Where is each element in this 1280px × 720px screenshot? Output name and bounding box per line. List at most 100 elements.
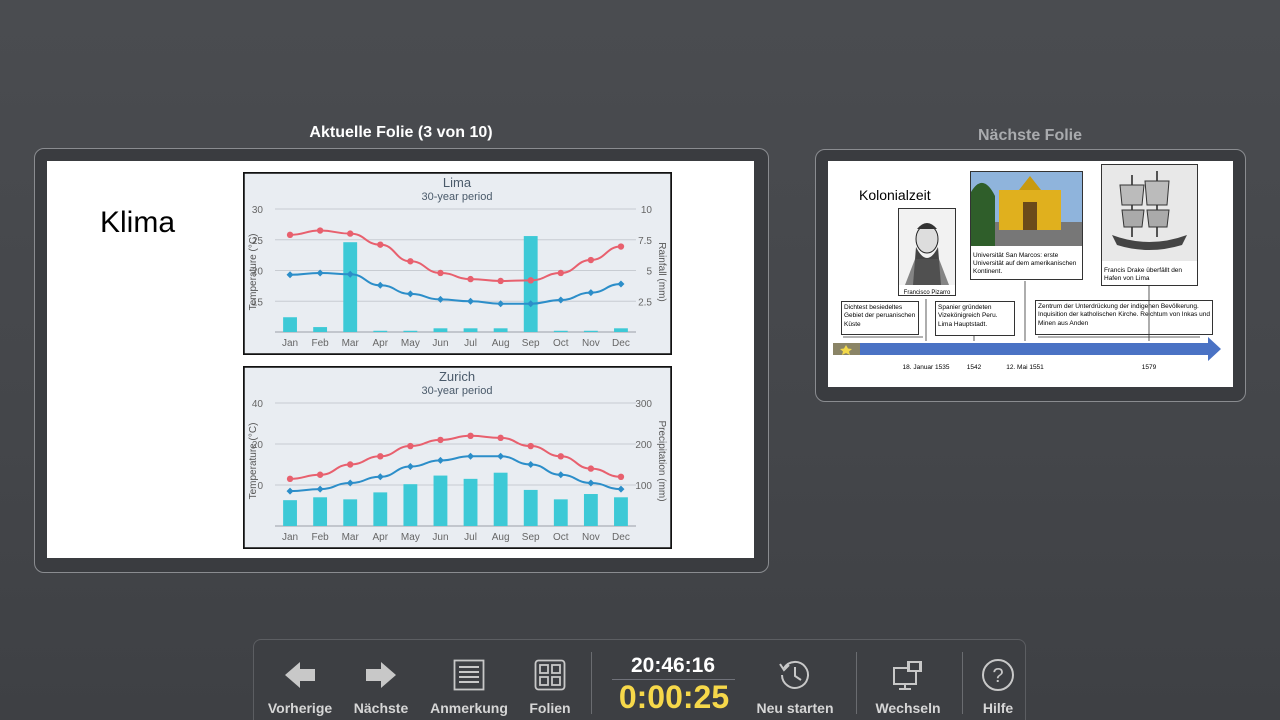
data-point [347, 461, 354, 468]
data-point [617, 473, 625, 480]
data-point [316, 227, 324, 234]
restart-button[interactable]: Neu starten [748, 640, 842, 720]
previous-button[interactable]: Vorherige [264, 640, 336, 720]
next-slide-title: Nächste Folie [977, 127, 1083, 144]
drake-ship-image: Francis Drake überfällt den Hafen von Li… [1101, 164, 1198, 286]
y2-tick-label: 100 [635, 481, 652, 492]
data-point [527, 277, 534, 284]
chart-bar [523, 489, 538, 526]
data-point [557, 269, 564, 277]
chart-bar [313, 327, 328, 332]
toolbar-divider [962, 652, 963, 714]
zurich-chart: Zurich 30-year period 02040 100200300 Ja… [243, 366, 672, 549]
data-point [437, 436, 444, 444]
presenter-toolbar: Vorherige Nächste Anmerkung Folien 20:46… [253, 639, 1026, 720]
chart-bar [523, 236, 538, 332]
chart-bar [343, 242, 358, 332]
y2-axis-label: Rainfall (mm) [656, 242, 667, 301]
x-tick-label: Oct [553, 532, 569, 543]
current-time: 20:46:16 [630, 654, 716, 677]
help-button[interactable]: ? Hilfe [974, 640, 1022, 720]
data-point [527, 442, 534, 450]
y2-tick-label: 200 [635, 440, 652, 451]
data-point [587, 465, 595, 472]
annotation-button[interactable]: Anmerkung [426, 640, 512, 720]
chart-bar [283, 317, 297, 332]
x-tick-label: Jun [432, 532, 448, 543]
chart-bar [313, 497, 328, 526]
elapsed-timer: 0:00:25 [618, 679, 730, 715]
x-tick-label: Jan [282, 532, 298, 543]
y2-tick-label: 300 [635, 399, 652, 410]
x-tick-label: Sep [522, 532, 540, 543]
annotation-label: Anmerkung [430, 700, 508, 716]
timeline-label: 12. Mai 1551 [1006, 364, 1044, 371]
current-slide[interactable]: Klima Lima 30-year period 15 20 25 30 2.5 5 7… [47, 161, 754, 558]
x-tick-label: Dec [612, 532, 630, 543]
help-label: Hilfe [982, 700, 1014, 716]
svg-text:?: ? [992, 665, 1003, 687]
data-point [437, 269, 444, 277]
data-point [286, 475, 294, 483]
data-point [316, 471, 324, 478]
chart-bar [583, 330, 598, 332]
grid-icon [532, 657, 568, 693]
y-axis-label: Temperature (°C) [248, 234, 259, 311]
x-tick-label: May [401, 532, 420, 543]
slide-heading: Klima [100, 206, 176, 239]
data-point [557, 453, 564, 460]
chart-bar [463, 328, 478, 332]
current-slide-title: Aktuelle Folie (3 von 10) [309, 124, 493, 141]
data-point [617, 243, 625, 250]
chart-bar [343, 499, 358, 526]
chart-bar [553, 499, 568, 526]
next-button[interactable]: Nächste [346, 640, 416, 720]
data-point [377, 241, 384, 248]
toolbar-divider [856, 652, 857, 714]
x-tick-label: Jun [432, 338, 448, 349]
x-tick-label: Oct [553, 338, 569, 349]
next-slide[interactable]: Kolonialzeit Francisco Pizarro Universit… [828, 161, 1233, 387]
x-tick-label: May [401, 338, 420, 349]
timeline-label: 1579 [1142, 364, 1157, 371]
previous-label: Vorherige [267, 700, 333, 716]
y2-axis-label: Precipitation (mm) [656, 420, 667, 501]
y-tick-label: 30 [252, 205, 264, 216]
y2-tick-label: 7.5 [638, 236, 652, 247]
chart-subtitle: 30-year period [422, 191, 493, 203]
x-tick-label: Feb [312, 532, 330, 543]
y2-tick-label: 5 [646, 267, 652, 278]
timeline-label: 1542 [967, 364, 982, 371]
chart-bar [433, 475, 448, 526]
university-photo: Universität San Marcos: erste Universitä… [970, 171, 1083, 280]
data-point [286, 231, 294, 239]
chart-bar [373, 492, 388, 526]
chart-bar [614, 328, 628, 332]
slide-heading: Kolonialzeit [859, 187, 931, 203]
y-axis-label: Temperature (°C) [248, 423, 259, 500]
switch-display-button[interactable]: Wechseln [869, 640, 947, 720]
data-point [377, 453, 384, 460]
data-point [407, 258, 414, 265]
data-point [587, 256, 595, 264]
slides-label: Folien [529, 700, 571, 716]
x-tick-label: Jul [464, 532, 477, 543]
chart-title: Zurich [439, 369, 475, 384]
data-point [407, 442, 414, 450]
slides-button[interactable]: Folien [520, 640, 580, 720]
next-label: Nächste [353, 700, 409, 716]
x-tick-label: Sep [522, 338, 540, 349]
chart-title: Lima [443, 175, 472, 190]
toolbar-divider [591, 652, 592, 714]
chart-bar [493, 472, 508, 526]
chart-bar [583, 494, 598, 526]
x-tick-label: Apr [373, 338, 389, 349]
lima-chart: Lima 30-year period 15202530 2.557.510 J… [243, 172, 672, 355]
y2-tick-label: 2.5 [638, 297, 652, 308]
x-tick-label: Dec [612, 338, 630, 349]
x-tick-label: Aug [492, 532, 510, 543]
history-icon [777, 657, 813, 693]
x-tick-label: Feb [312, 338, 330, 349]
restart-label: Neu starten [756, 700, 834, 716]
x-tick-label: Aug [492, 338, 510, 349]
